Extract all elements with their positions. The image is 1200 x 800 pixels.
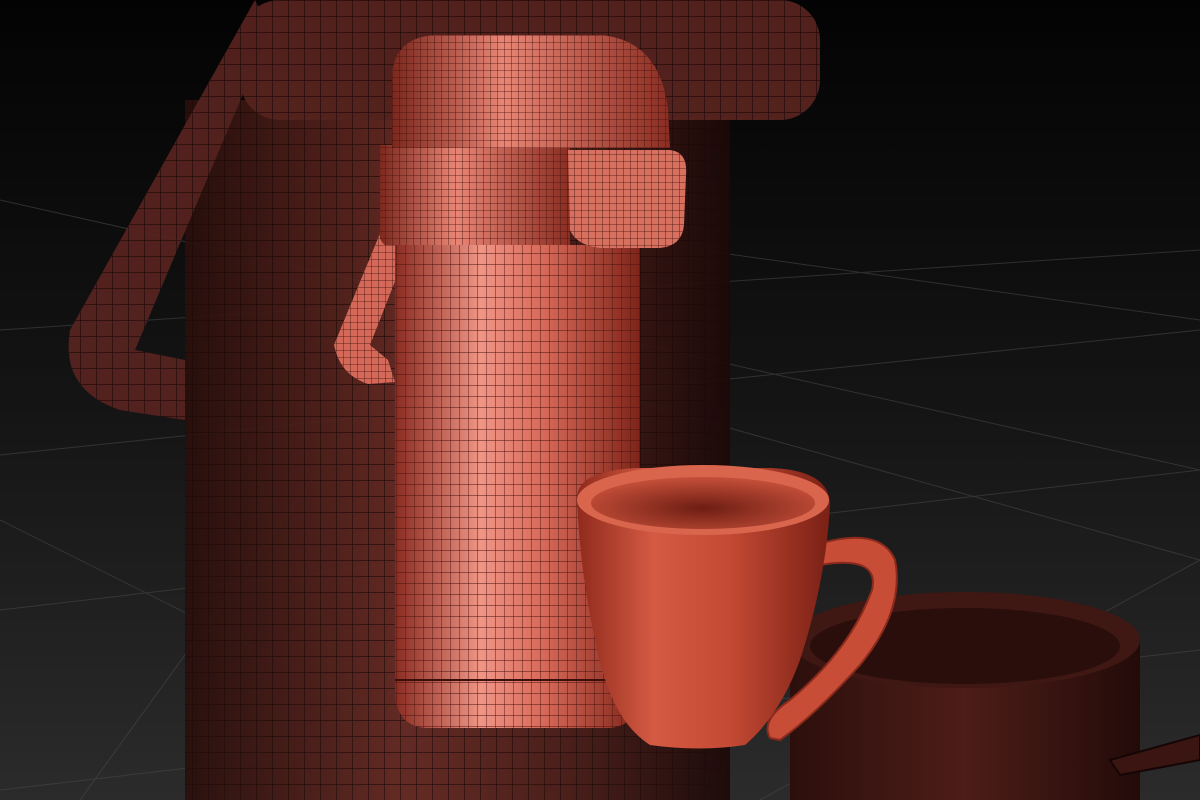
3d-viewport[interactable] <box>0 0 1200 800</box>
scene-render <box>0 0 1200 800</box>
